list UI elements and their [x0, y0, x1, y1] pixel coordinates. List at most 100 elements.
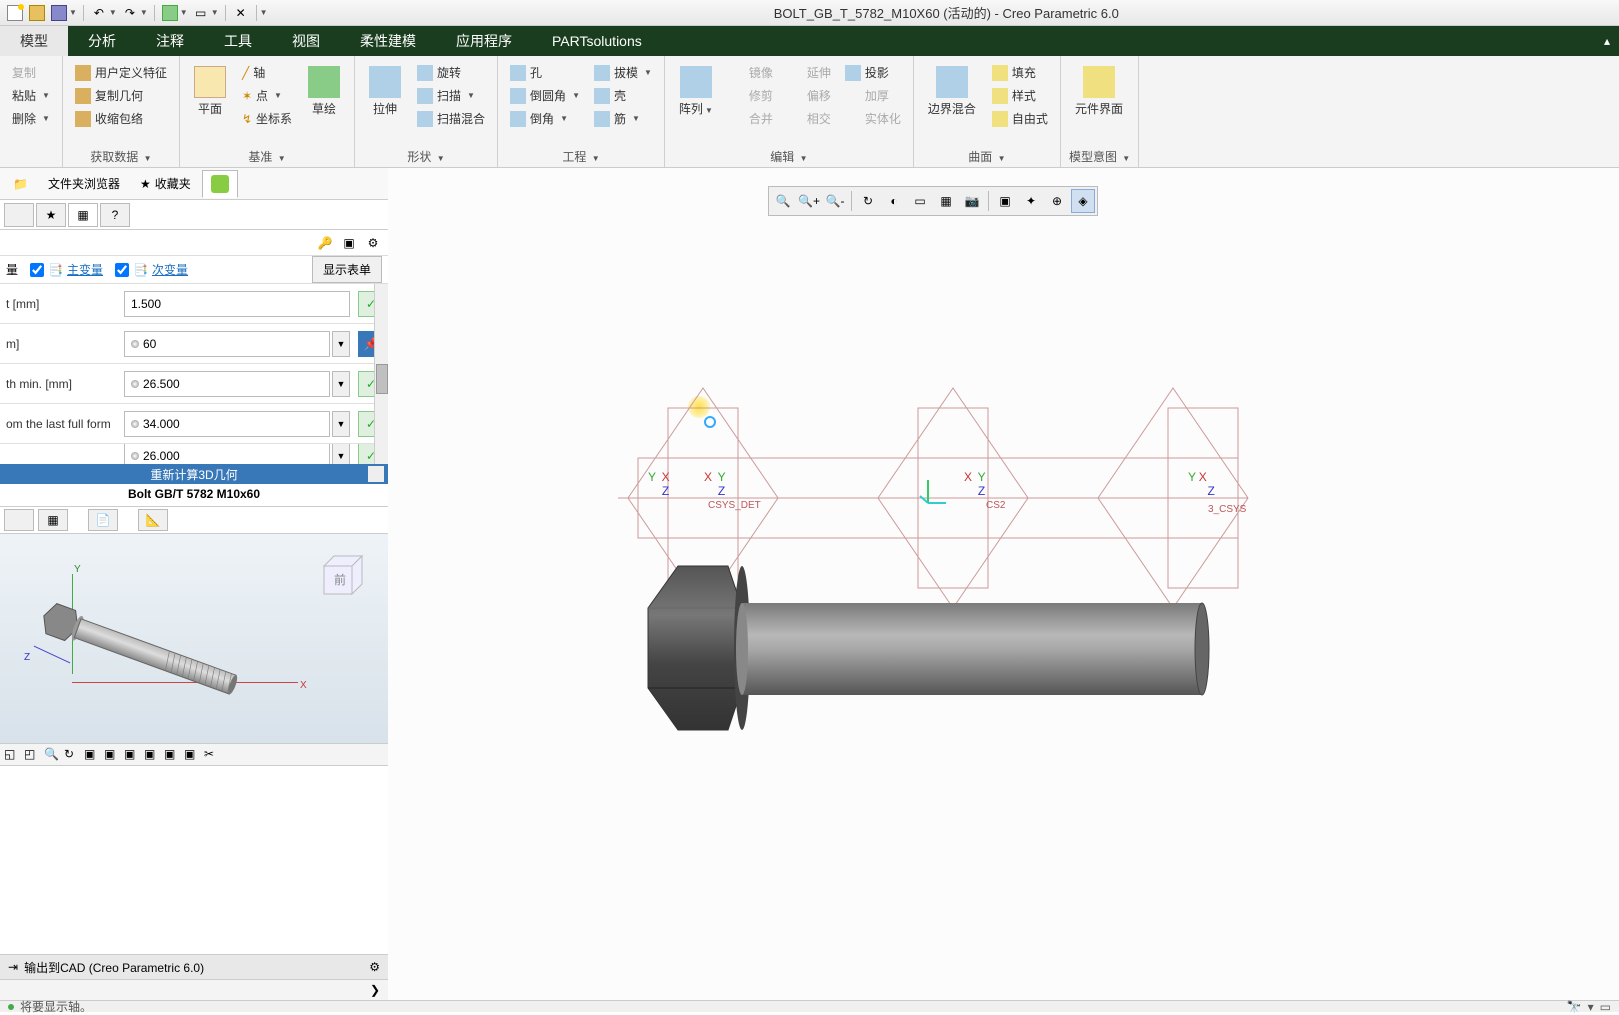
perspective-button[interactable]: ◈: [1071, 189, 1095, 213]
pbtn-3[interactable]: 🔍: [44, 747, 62, 763]
compui-button[interactable]: 元件界面: [1069, 62, 1129, 121]
subtab-grid[interactable]: ▦: [68, 203, 98, 227]
extrude-button[interactable]: 拉伸: [363, 62, 407, 121]
param-dd-1[interactable]: ▼: [332, 331, 350, 357]
revolve-button[interactable]: 旋转: [413, 62, 489, 83]
export-settings-icon[interactable]: ⚙: [369, 960, 380, 974]
preview-3d[interactable]: Y Z X: [0, 534, 388, 744]
close-window-button[interactable]: ✕: [232, 4, 250, 22]
preview-tab-1[interactable]: [4, 509, 34, 531]
gear-icon[interactable]: ⚙: [364, 234, 382, 252]
point-button[interactable]: ✶点▼: [238, 85, 296, 106]
copygeom-button[interactable]: 复制几何: [71, 85, 171, 106]
nav-tab-fav[interactable]: ★收藏夹: [131, 170, 200, 197]
filter-icon[interactable]: ▾: [1588, 1000, 1594, 1014]
delete-button[interactable]: 删除▼: [8, 108, 54, 129]
pbtn-11[interactable]: ✂: [204, 747, 222, 763]
primary-var-check[interactable]: 📑主变量: [30, 261, 103, 278]
nav-tab-folder[interactable]: 文件夹浏览器: [39, 170, 129, 197]
zoom-in-button[interactable]: 🔍+: [797, 189, 821, 213]
export-bar[interactable]: ⇥ 输出到CAD (Creo Parametric 6.0) ⚙: [0, 954, 388, 980]
tab-tools[interactable]: 工具: [204, 26, 272, 56]
zoom-out-button[interactable]: 🔍-: [823, 189, 847, 213]
repaint-button[interactable]: ↻: [856, 189, 880, 213]
freestyle-button[interactable]: 自由式: [988, 108, 1052, 129]
annotation-display-button[interactable]: ▣: [993, 189, 1017, 213]
preview-tab-3[interactable]: 📄: [88, 509, 118, 531]
plane-button[interactable]: 平面: [188, 62, 232, 121]
boundary-button[interactable]: 边界混合: [922, 62, 982, 121]
round-button[interactable]: 倒圆角▼: [506, 85, 584, 106]
save-button[interactable]: [50, 4, 68, 22]
nav-tab-ps[interactable]: [202, 170, 238, 198]
tab-view[interactable]: 视图: [272, 26, 340, 56]
zoom-fit-button[interactable]: 🔍: [771, 189, 795, 213]
shell-button[interactable]: 壳: [590, 85, 656, 106]
expand-bar[interactable]: ❯: [0, 980, 388, 1000]
style-button[interactable]: 样式: [988, 85, 1052, 106]
param-dd-3[interactable]: ▼: [332, 411, 350, 437]
pbtn-5[interactable]: ▣: [84, 747, 102, 763]
spin-center-button[interactable]: ⊕: [1045, 189, 1069, 213]
save-dropdown[interactable]: ▼: [69, 8, 77, 17]
redo-button[interactable]: ↷: [121, 4, 139, 22]
preview-tab-2[interactable]: ▦: [38, 509, 68, 531]
pattern-button[interactable]: 阵列▼: [673, 62, 719, 121]
preview-tab-4[interactable]: 📐: [138, 509, 168, 531]
subtab-1[interactable]: [4, 203, 34, 227]
paste-button[interactable]: 粘贴▼: [8, 85, 54, 106]
hole-button[interactable]: 孔: [506, 62, 584, 83]
tab-annotate[interactable]: 注释: [136, 26, 204, 56]
pbtn-9[interactable]: ▣: [164, 747, 182, 763]
undo-dropdown[interactable]: ▼: [109, 8, 117, 17]
tab-flex[interactable]: 柔性建模: [340, 26, 436, 56]
find-icon[interactable]: 🔭: [1567, 1000, 1582, 1014]
pbtn-1[interactable]: ◱: [4, 747, 22, 763]
regenerate-dropdown[interactable]: ▼: [180, 8, 188, 17]
recalc-bar[interactable]: 重新计算3D几何: [0, 464, 388, 484]
view-manager-button[interactable]: ▦: [934, 189, 958, 213]
udf-button[interactable]: 用户定义特征: [71, 62, 171, 83]
graphics-area[interactable]: 🔍 🔍+ 🔍- ↻ ◐ ▭ ▦ 📷 ▣ ✦ ⊕ ◈: [388, 168, 1619, 1000]
key-icon[interactable]: 🔑: [316, 234, 334, 252]
secondary-var-check[interactable]: 📑次变量: [115, 261, 188, 278]
tab-partsolutions[interactable]: PARTsolutions: [532, 26, 662, 56]
param-value-4[interactable]: 26.000: [124, 444, 330, 464]
show-form-button[interactable]: 显示表单: [312, 256, 382, 283]
pbtn-7[interactable]: ▣: [124, 747, 142, 763]
undo-button[interactable]: ↶: [90, 4, 108, 22]
subtab-star[interactable]: ★: [36, 203, 66, 227]
tab-apps[interactable]: 应用程序: [436, 26, 532, 56]
param-dd-2[interactable]: ▼: [332, 371, 350, 397]
tab-analysis[interactable]: 分析: [68, 26, 136, 56]
subtab-help[interactable]: ?: [100, 203, 130, 227]
redo-dropdown[interactable]: ▼: [140, 8, 148, 17]
display-style-button[interactable]: ◐: [882, 189, 906, 213]
cube-icon[interactable]: ▣: [340, 234, 358, 252]
shrinkwrap-button[interactable]: 收缩包络: [71, 108, 171, 129]
qat-customize[interactable]: ▼: [260, 8, 268, 17]
windows-dropdown[interactable]: ▼: [211, 8, 219, 17]
param-value-1[interactable]: 60: [124, 331, 330, 357]
axis-button[interactable]: ╱轴: [238, 62, 296, 83]
fill-button[interactable]: 填充: [988, 62, 1052, 83]
draft-button[interactable]: 拔模▼: [590, 62, 656, 83]
pbtn-2[interactable]: ◰: [24, 747, 42, 763]
rib-button[interactable]: 筋▼: [590, 108, 656, 129]
windows-button[interactable]: ▭: [192, 4, 210, 22]
snapshot-button[interactable]: 📷: [960, 189, 984, 213]
sweptblend-button[interactable]: 扫描混合: [413, 108, 489, 129]
pbtn-6[interactable]: ▣: [104, 747, 122, 763]
sketch-button[interactable]: 草绘: [302, 62, 346, 121]
nav-cube[interactable]: 前: [312, 548, 368, 604]
tab-model[interactable]: 模型: [0, 26, 68, 56]
open-button[interactable]: [28, 4, 46, 22]
param-value-2[interactable]: 26.500: [124, 371, 330, 397]
saved-views-button[interactable]: ▭: [908, 189, 932, 213]
param-dd-4[interactable]: ▼: [332, 444, 350, 464]
pbtn-4[interactable]: ↻: [64, 747, 82, 763]
select-icon[interactable]: ▭: [1600, 1000, 1611, 1014]
datum-display-button[interactable]: ✦: [1019, 189, 1043, 213]
regenerate-button[interactable]: [161, 4, 179, 22]
pbtn-10[interactable]: ▣: [184, 747, 202, 763]
